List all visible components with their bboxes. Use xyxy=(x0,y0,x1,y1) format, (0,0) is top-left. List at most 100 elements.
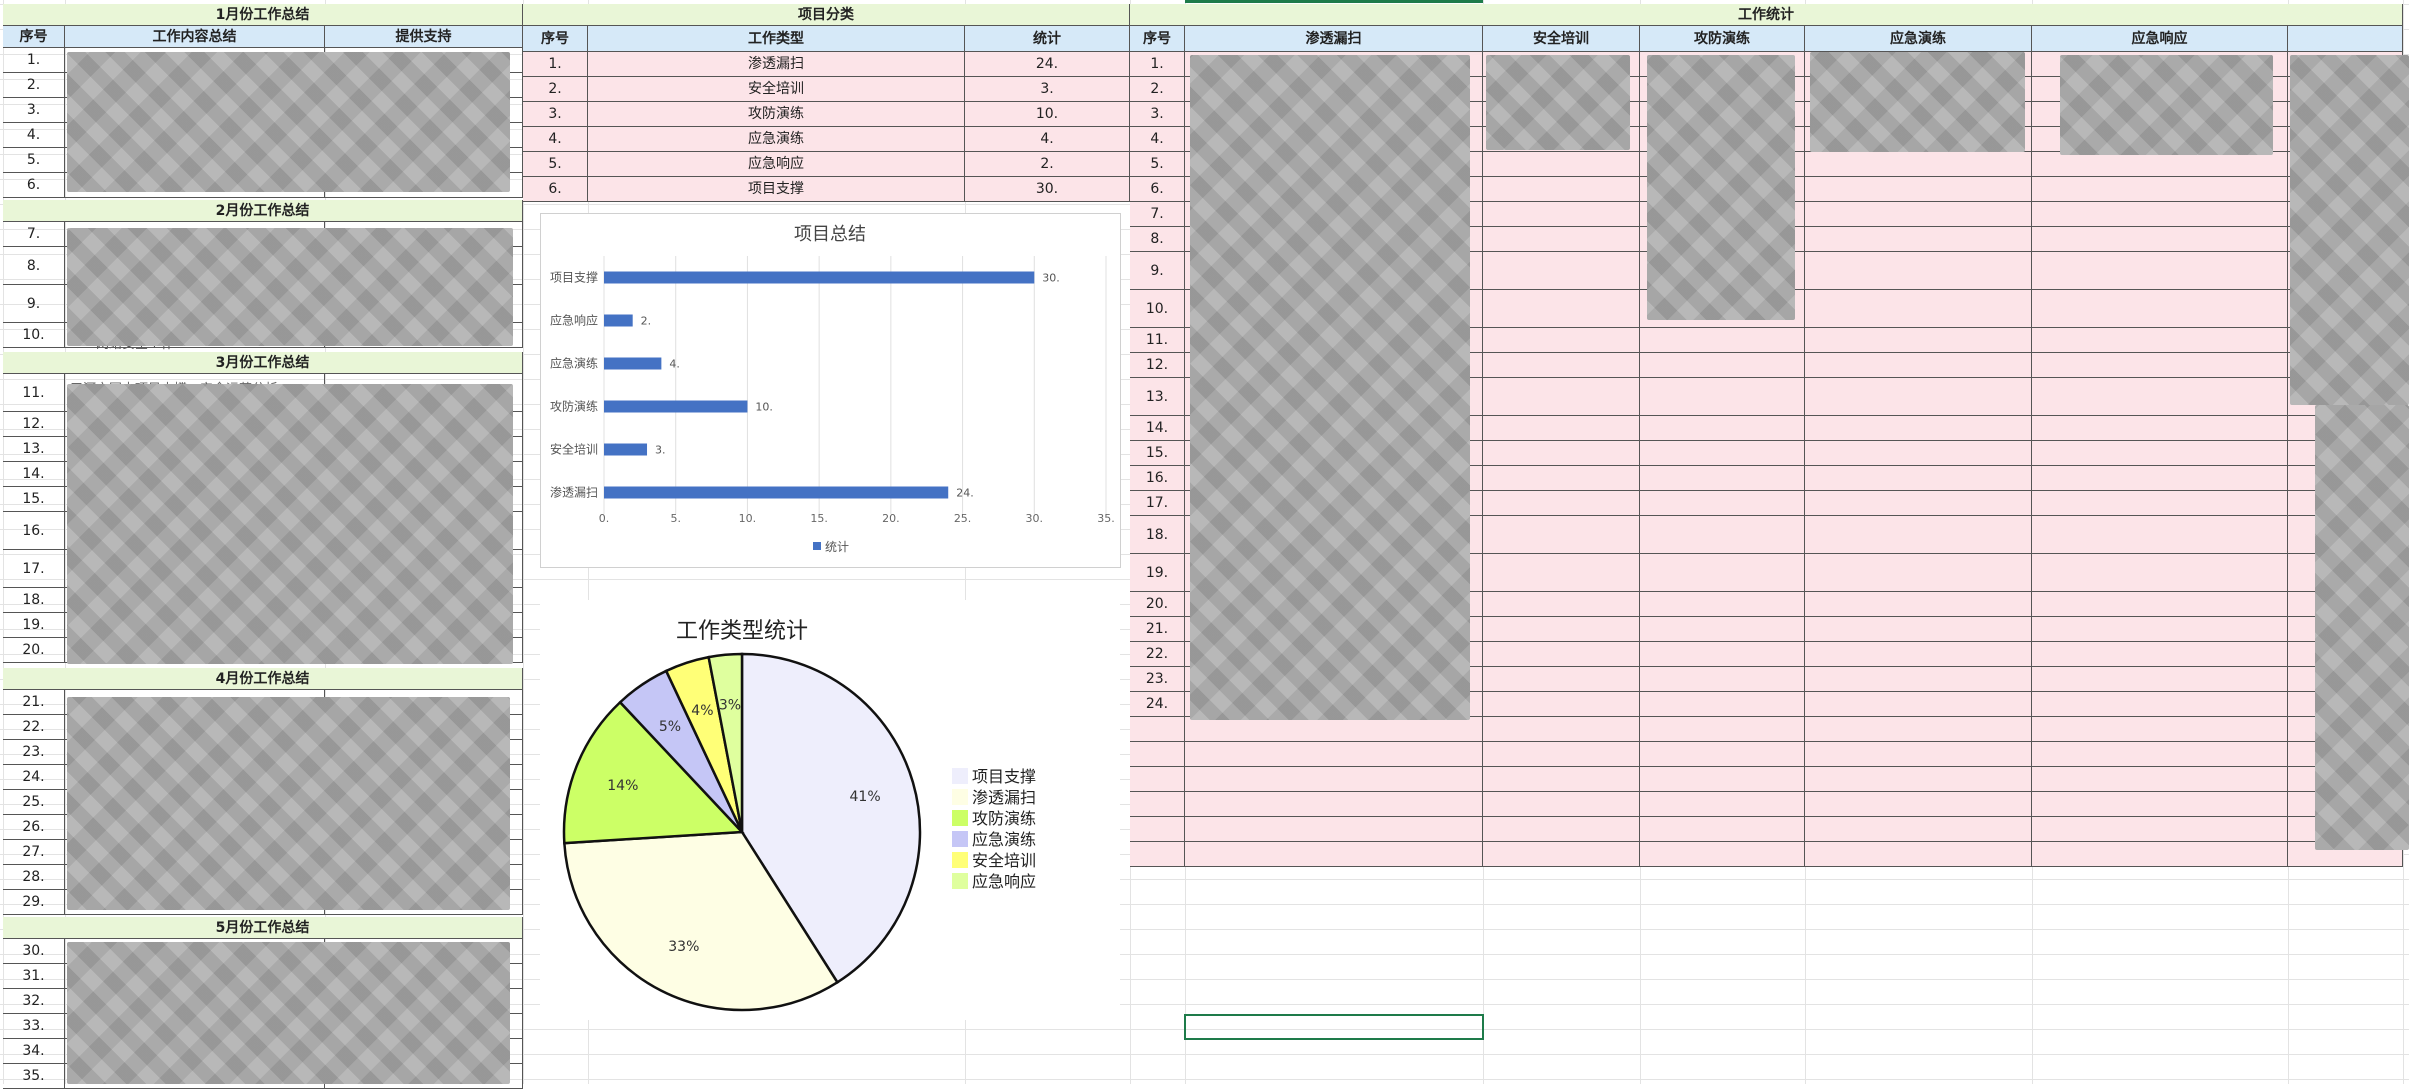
row-number[interactable]: 9. xyxy=(1130,252,1185,290)
stat-cell[interactable] xyxy=(1805,416,2032,441)
empty-cell[interactable] xyxy=(1640,842,1805,867)
count-cell[interactable]: 3. xyxy=(965,77,1130,102)
row-number[interactable]: 14. xyxy=(1130,416,1185,441)
row-number[interactable]: 1. xyxy=(3,48,65,73)
row-number[interactable]: 5. xyxy=(1130,152,1185,177)
stat-cell[interactable] xyxy=(1805,227,2032,252)
stat-cell[interactable] xyxy=(1483,378,1640,416)
stat-cell[interactable] xyxy=(2032,617,2288,642)
row-number[interactable]: 17. xyxy=(1130,491,1185,516)
row-number[interactable]: 20. xyxy=(1130,592,1185,617)
section-title[interactable]: 3月份工作总结 xyxy=(3,352,523,374)
stat-cell[interactable] xyxy=(2032,177,2288,202)
row-number[interactable]: 23. xyxy=(1130,667,1185,692)
middle-title[interactable]: 项目分类 xyxy=(523,4,1130,26)
row-number[interactable]: 10. xyxy=(1130,290,1185,328)
stat-cell[interactable] xyxy=(2032,353,2288,378)
header-content[interactable]: 工作内容总结 xyxy=(65,26,325,48)
stat-cell[interactable] xyxy=(1805,554,2032,592)
row-number[interactable]: 3. xyxy=(1130,102,1185,127)
header-blank[interactable] xyxy=(2288,26,2403,52)
stat-cell[interactable] xyxy=(1483,252,1640,290)
row-number[interactable]: 13. xyxy=(3,437,65,462)
header-count[interactable]: 统计 xyxy=(965,26,1130,52)
row-number[interactable]: 10. xyxy=(3,323,65,348)
empty-cell[interactable] xyxy=(1185,817,1483,842)
row-number[interactable]: 19. xyxy=(1130,554,1185,592)
row-number[interactable]: 24. xyxy=(3,765,65,790)
row-number[interactable]: 22. xyxy=(1130,642,1185,667)
bar[interactable] xyxy=(604,486,949,499)
row-number[interactable]: 25. xyxy=(3,790,65,815)
row-number[interactable]: 16. xyxy=(3,512,65,550)
stat-cell[interactable] xyxy=(1805,290,2032,328)
row-number[interactable]: 2. xyxy=(1130,77,1185,102)
stat-cell[interactable] xyxy=(1483,441,1640,466)
stat-cell[interactable] xyxy=(1640,466,1805,491)
header-c1[interactable]: 渗透漏扫 xyxy=(1185,26,1483,52)
row-number[interactable]: 2. xyxy=(523,77,588,102)
row-number[interactable]: 7. xyxy=(3,222,65,247)
stat-cell[interactable] xyxy=(2032,592,2288,617)
stat-cell[interactable] xyxy=(1640,667,1805,692)
header-c4[interactable]: 应急演练 xyxy=(1805,26,2032,52)
stat-cell[interactable] xyxy=(2032,491,2288,516)
row-number[interactable]: 9. xyxy=(3,285,65,323)
stat-cell[interactable] xyxy=(1805,491,2032,516)
header-c5[interactable]: 应急响应 xyxy=(2032,26,2288,52)
type-cell[interactable]: 安全培训 xyxy=(588,77,965,102)
row-number[interactable]: 28. xyxy=(3,865,65,890)
row-number[interactable]: 19. xyxy=(3,613,65,638)
bar[interactable] xyxy=(604,271,1035,284)
selected-cell[interactable] xyxy=(1184,1014,1484,1040)
stat-cell[interactable] xyxy=(1483,152,1640,177)
row-number[interactable]: 35. xyxy=(3,1064,65,1089)
stat-cell[interactable] xyxy=(2032,692,2288,717)
stat-cell[interactable] xyxy=(1805,252,2032,290)
stat-cell[interactable] xyxy=(1805,152,2032,177)
row-number[interactable]: 6. xyxy=(1130,177,1185,202)
stat-cell[interactable] xyxy=(1640,491,1805,516)
type-cell[interactable]: 应急响应 xyxy=(588,152,965,177)
row-number[interactable]: 33. xyxy=(3,1014,65,1039)
row-number[interactable]: 18. xyxy=(3,588,65,613)
stat-cell[interactable] xyxy=(2032,378,2288,416)
stat-cell[interactable] xyxy=(1805,441,2032,466)
row-number[interactable]: 18. xyxy=(1130,516,1185,554)
empty-cell[interactable] xyxy=(1185,767,1483,792)
type-cell[interactable]: 渗透漏扫 xyxy=(588,52,965,77)
stat-cell[interactable] xyxy=(2032,642,2288,667)
empty-cell[interactable] xyxy=(1130,842,1185,867)
stat-cell[interactable] xyxy=(1805,592,2032,617)
stat-cell[interactable] xyxy=(1483,554,1640,592)
row-number[interactable]: 1. xyxy=(523,52,588,77)
section-title[interactable]: 1月份工作总结 xyxy=(3,4,523,26)
bar[interactable] xyxy=(604,443,648,456)
row-number[interactable]: 6. xyxy=(523,177,588,202)
empty-cell[interactable] xyxy=(2032,817,2288,842)
row-number[interactable]: 4. xyxy=(3,123,65,148)
type-cell[interactable]: 项目支撑 xyxy=(588,177,965,202)
empty-cell[interactable] xyxy=(2032,742,2288,767)
stat-cell[interactable] xyxy=(2032,667,2288,692)
row-number[interactable]: 32. xyxy=(3,989,65,1014)
row-number[interactable]: 11. xyxy=(3,374,65,412)
row-number[interactable]: 8. xyxy=(1130,227,1185,252)
stat-cell[interactable] xyxy=(1640,416,1805,441)
stat-cell[interactable] xyxy=(1483,466,1640,491)
type-cell[interactable]: 攻防演练 xyxy=(588,102,965,127)
stat-cell[interactable] xyxy=(2032,441,2288,466)
row-number[interactable]: 24. xyxy=(1130,692,1185,717)
right-title[interactable]: 工作统计 xyxy=(1130,4,2403,26)
stat-cell[interactable] xyxy=(1483,667,1640,692)
stat-cell[interactable] xyxy=(1640,328,1805,353)
stat-cell[interactable] xyxy=(1640,441,1805,466)
empty-cell[interactable] xyxy=(2032,717,2288,742)
stat-cell[interactable] xyxy=(2032,252,2288,290)
stat-cell[interactable] xyxy=(1805,378,2032,416)
stat-cell[interactable] xyxy=(2032,554,2288,592)
empty-cell[interactable] xyxy=(1130,817,1185,842)
empty-cell[interactable] xyxy=(1130,792,1185,817)
empty-cell[interactable] xyxy=(1640,717,1805,742)
row-number[interactable]: 21. xyxy=(3,690,65,715)
